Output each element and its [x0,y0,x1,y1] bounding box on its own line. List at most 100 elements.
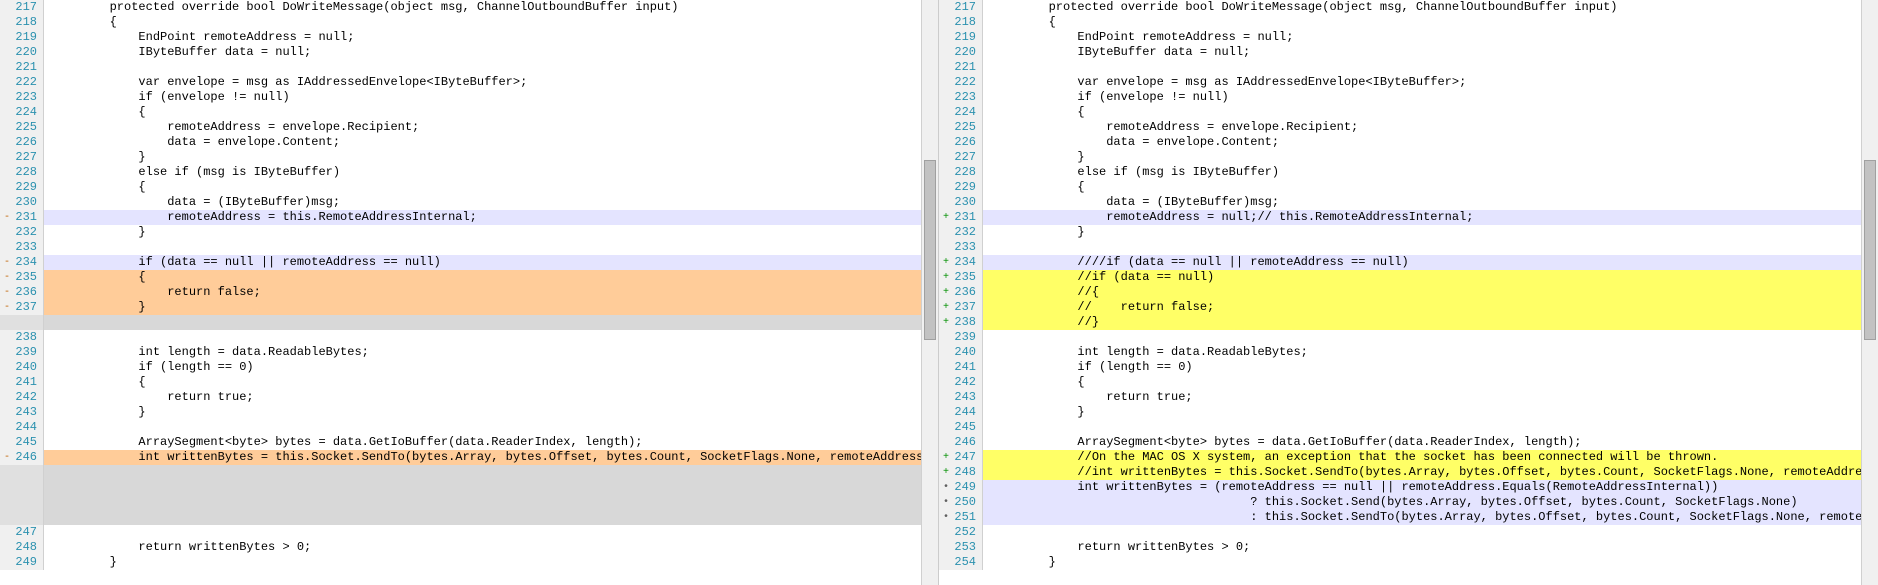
code-line[interactable]: +234 ////if (data == null || remoteAddre… [939,255,1878,270]
code-line[interactable]: 245 [939,420,1878,435]
code-text[interactable]: return false; [44,285,938,300]
code-line[interactable]: 226 data = envelope.Content; [0,135,938,150]
code-line[interactable]: •249 int writtenBytes = (remoteAddress =… [939,480,1878,495]
code-text[interactable]: EndPoint remoteAddress = null; [44,30,938,45]
code-text[interactable]: return true; [983,390,1878,405]
code-text[interactable] [983,240,1878,255]
code-line[interactable]: 222 var envelope = msg as IAddressedEnve… [939,75,1878,90]
code-text[interactable]: return true; [44,390,938,405]
code-line[interactable] [0,315,938,330]
code-text[interactable] [983,420,1878,435]
code-line[interactable]: 242 return true; [0,390,938,405]
code-text[interactable] [44,420,938,435]
code-line[interactable]: 240 int length = data.ReadableBytes; [939,345,1878,360]
code-text[interactable] [44,525,938,540]
scrollbar-right[interactable] [1861,0,1878,585]
code-line[interactable]: 244 } [939,405,1878,420]
code-line[interactable]: 219 EndPoint remoteAddress = null; [0,30,938,45]
code-text[interactable]: } [44,150,938,165]
code-text[interactable]: } [983,405,1878,420]
code-line[interactable]: 240 if (length == 0) [0,360,938,375]
code-line[interactable]: +231 remoteAddress = null;// this.Remote… [939,210,1878,225]
code-text[interactable] [44,510,938,525]
code-line[interactable]: 227 } [0,150,938,165]
code-line[interactable] [0,465,938,480]
code-text[interactable]: { [44,270,938,285]
code-line[interactable]: +238 //} [939,315,1878,330]
code-line[interactable]: 232 } [0,225,938,240]
code-line[interactable]: +248 //int writtenBytes = this.Socket.Se… [939,465,1878,480]
code-text[interactable]: //int writtenBytes = this.Socket.SendTo(… [983,465,1878,480]
code-text[interactable]: var envelope = msg as IAddressedEnvelope… [44,75,938,90]
code-text[interactable]: data = envelope.Content; [983,135,1878,150]
code-line[interactable]: 228 else if (msg is IByteBuffer) [939,165,1878,180]
code-text[interactable]: else if (msg is IByteBuffer) [983,165,1878,180]
code-line[interactable]: 233 [939,240,1878,255]
code-line[interactable]: 218 { [0,15,938,30]
code-text[interactable] [44,240,938,255]
code-line[interactable]: 252 [939,525,1878,540]
code-line[interactable] [0,480,938,495]
code-line[interactable]: 224 { [0,105,938,120]
code-line[interactable]: 227 } [939,150,1878,165]
code-text[interactable]: ArraySegment<byte> bytes = data.GetIoBuf… [983,435,1878,450]
code-text[interactable]: IByteBuffer data = null; [44,45,938,60]
code-line[interactable]: -246 int writtenBytes = this.Socket.Send… [0,450,938,465]
code-text[interactable]: { [983,180,1878,195]
code-line[interactable]: 223 if (envelope != null) [939,90,1878,105]
code-text[interactable] [44,330,938,345]
code-text[interactable]: ////if (data == null || remoteAddress ==… [983,255,1878,270]
code-line[interactable]: 241 if (length == 0) [939,360,1878,375]
code-text[interactable]: { [44,105,938,120]
code-line[interactable]: 219 EndPoint remoteAddress = null; [939,30,1878,45]
code-text[interactable]: if (length == 0) [44,360,938,375]
code-text[interactable]: } [44,225,938,240]
code-text[interactable]: return writtenBytes > 0; [983,540,1878,555]
code-text[interactable] [44,465,938,480]
code-text[interactable]: //if (data == null) [983,270,1878,285]
code-line[interactable]: 217 protected override bool DoWriteMessa… [939,0,1878,15]
code-text[interactable]: var envelope = msg as IAddressedEnvelope… [983,75,1878,90]
code-text[interactable]: remoteAddress = envelope.Recipient; [44,120,938,135]
code-line[interactable]: 220 IByteBuffer data = null; [939,45,1878,60]
code-line[interactable]: 217 protected override bool DoWriteMessa… [0,0,938,15]
code-text[interactable] [44,480,938,495]
code-text[interactable]: remoteAddress = null;// this.RemoteAddre… [983,210,1878,225]
code-line[interactable]: 244 [0,420,938,435]
code-text[interactable]: } [44,555,938,570]
code-line[interactable]: +237 // return false; [939,300,1878,315]
code-text[interactable]: //} [983,315,1878,330]
code-line[interactable]: 232 } [939,225,1878,240]
code-line[interactable]: -237 } [0,300,938,315]
code-line[interactable]: 247 [0,525,938,540]
code-text[interactable]: } [44,300,938,315]
code-line[interactable]: 243 } [0,405,938,420]
code-line[interactable]: -235 { [0,270,938,285]
code-text[interactable]: if (length == 0) [983,360,1878,375]
code-line[interactable]: 225 remoteAddress = envelope.Recipient; [939,120,1878,135]
code-text[interactable]: IByteBuffer data = null; [983,45,1878,60]
code-text[interactable]: data = (IByteBuffer)msg; [44,195,938,210]
code-text[interactable] [983,330,1878,345]
code-line[interactable]: -231 remoteAddress = this.RemoteAddressI… [0,210,938,225]
code-text[interactable]: protected override bool DoWriteMessage(o… [983,0,1878,15]
code-text[interactable]: if (envelope != null) [983,90,1878,105]
code-text[interactable]: int length = data.ReadableBytes; [44,345,938,360]
code-line[interactable]: 233 [0,240,938,255]
code-line[interactable]: 248 return writtenBytes > 0; [0,540,938,555]
code-text[interactable]: EndPoint remoteAddress = null; [983,30,1878,45]
code-text[interactable]: int length = data.ReadableBytes; [983,345,1878,360]
code-line[interactable] [0,495,938,510]
code-text[interactable]: protected override bool DoWriteMessage(o… [44,0,938,15]
code-line[interactable]: +236 //{ [939,285,1878,300]
code-line[interactable]: 223 if (envelope != null) [0,90,938,105]
code-text[interactable]: { [983,15,1878,30]
code-line[interactable]: +235 //if (data == null) [939,270,1878,285]
code-text[interactable]: return writtenBytes > 0; [44,540,938,555]
code-text[interactable]: { [983,375,1878,390]
code-text[interactable] [44,315,938,330]
code-line[interactable]: +247 //On the MAC OS X system, an except… [939,450,1878,465]
code-line[interactable]: 238 [0,330,938,345]
code-text[interactable] [983,525,1878,540]
code-text[interactable] [44,60,938,75]
